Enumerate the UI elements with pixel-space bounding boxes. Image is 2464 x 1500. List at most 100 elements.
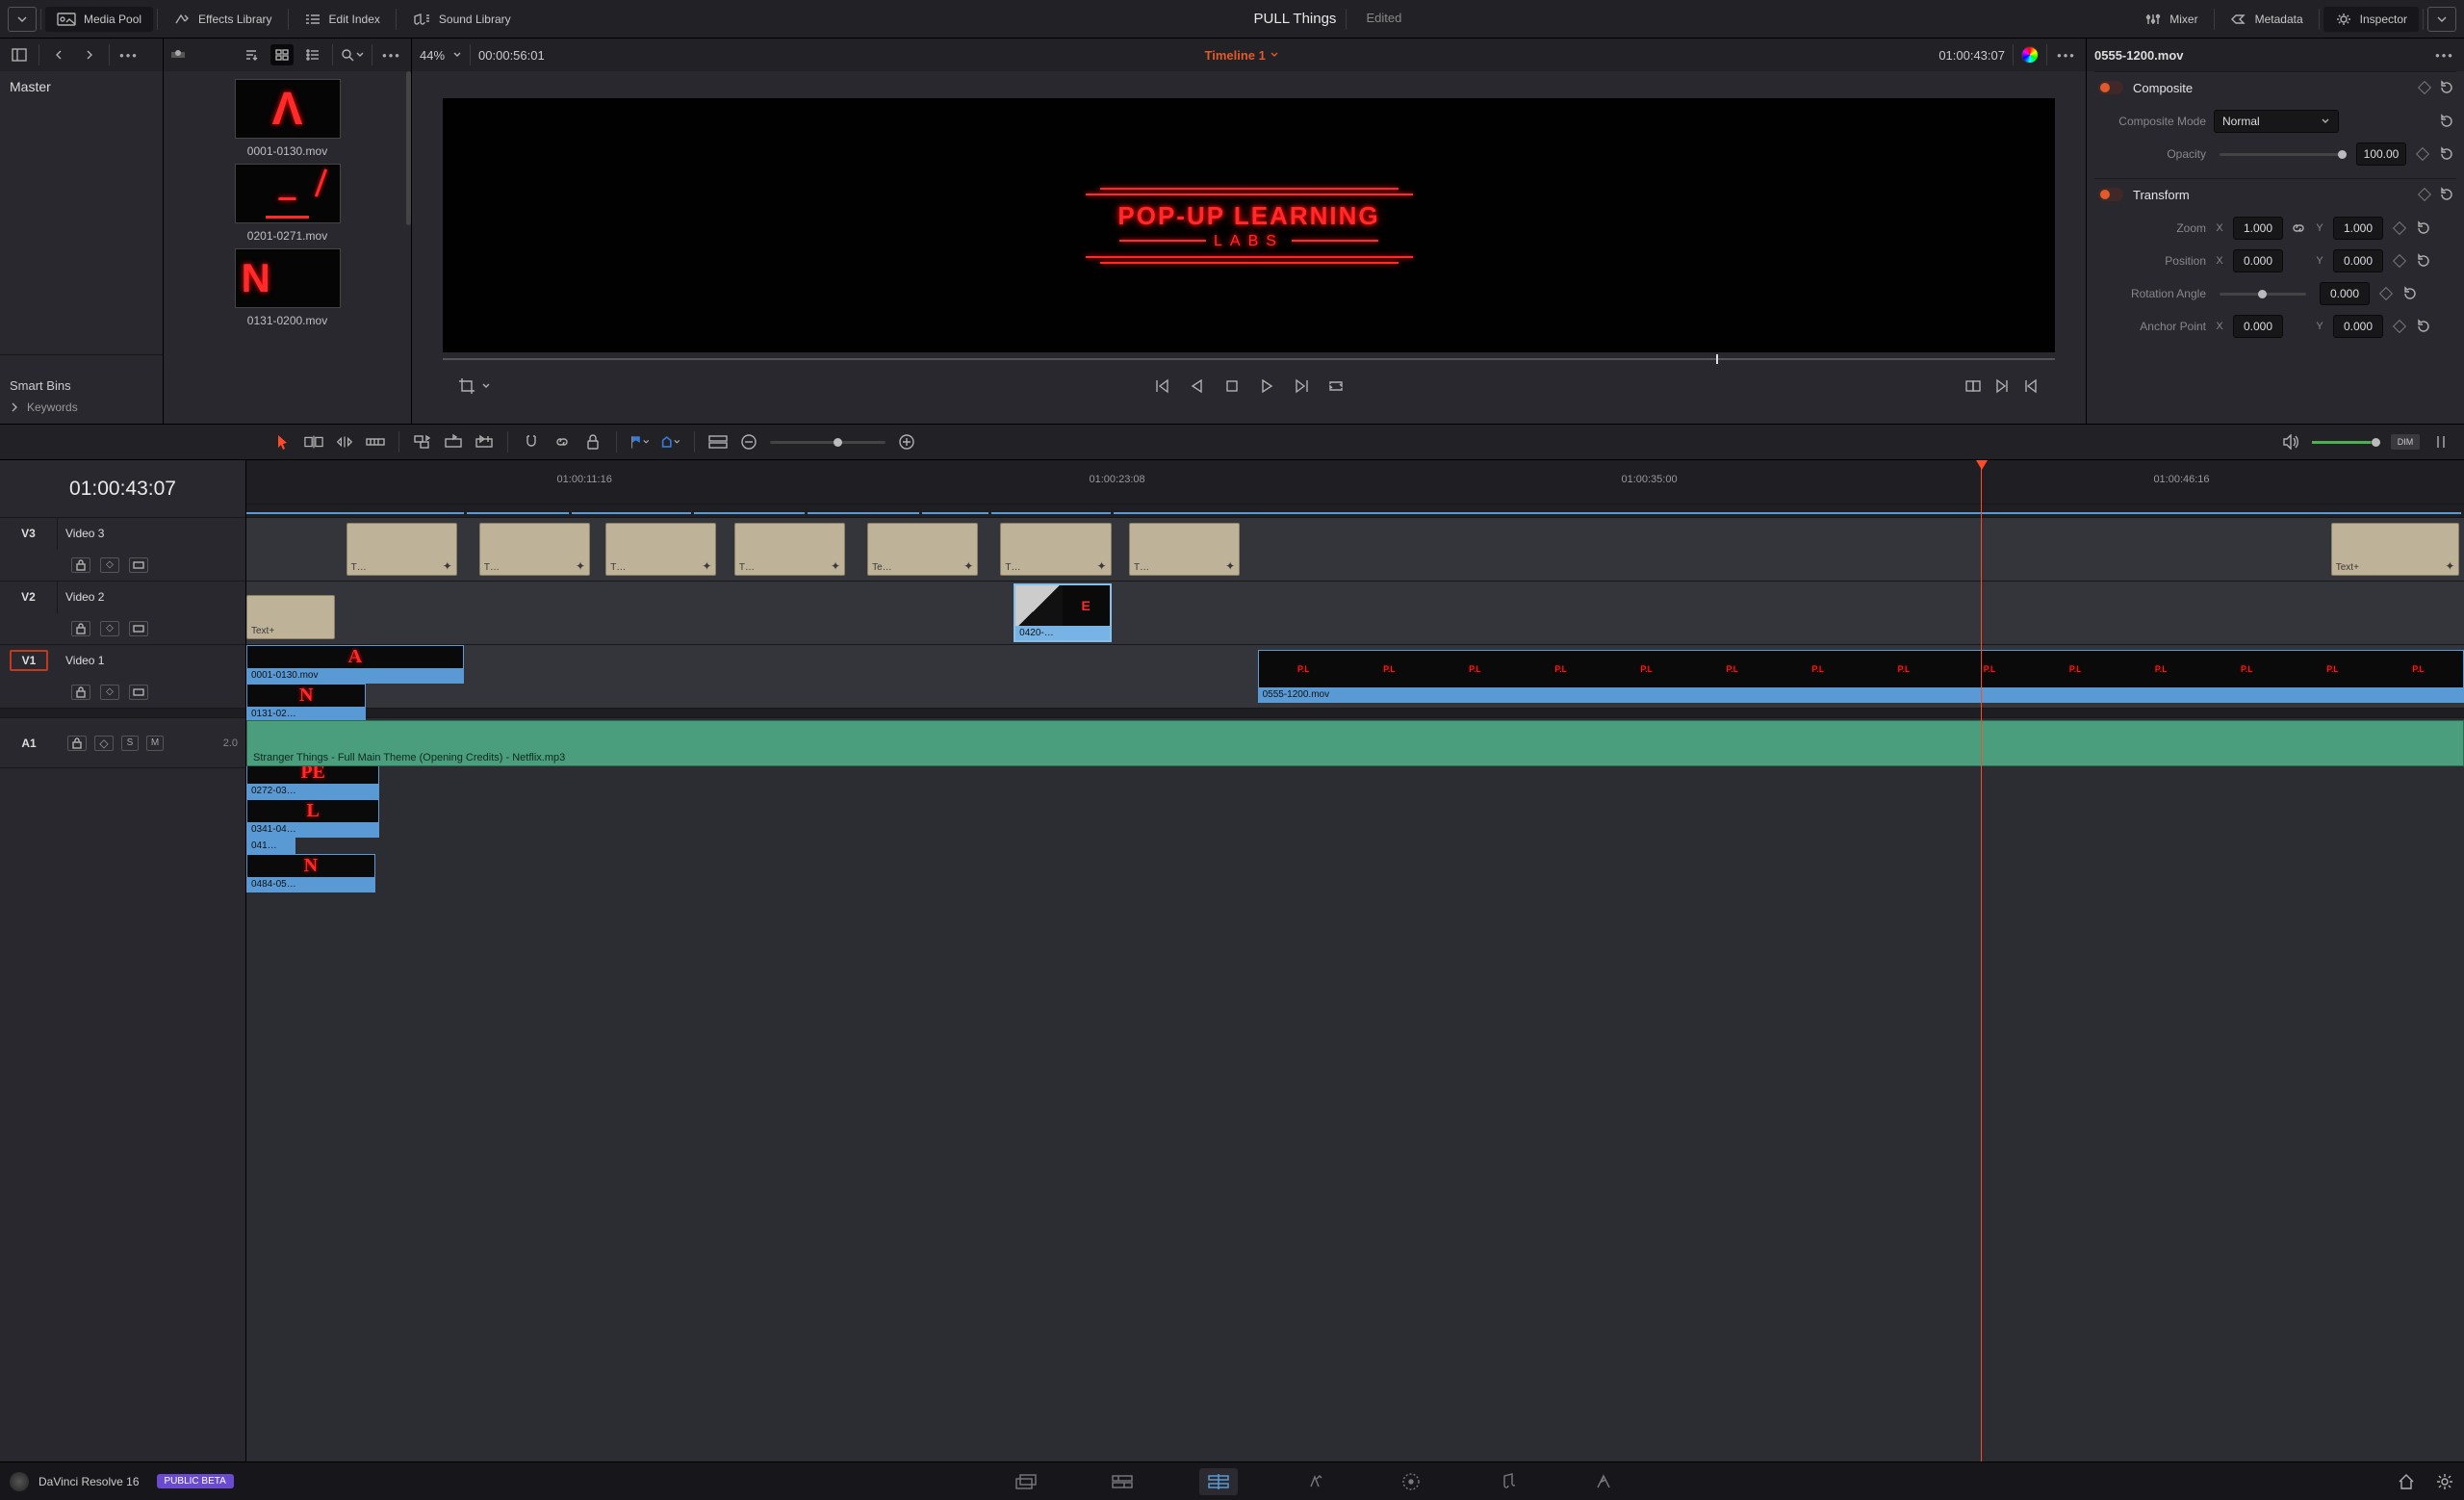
nav-back[interactable] [47, 44, 70, 65]
cut-page-icon[interactable] [1103, 1468, 1142, 1495]
title-clip[interactable]: T…✦ [734, 523, 845, 576]
zoom-out-icon[interactable] [739, 433, 758, 451]
timeline-zoom-slider[interactable] [770, 441, 886, 444]
keywords-bin[interactable]: Keywords [10, 401, 153, 414]
title-clip[interactable]: T…✦ [1129, 523, 1240, 576]
clip-thumb[interactable]: Λ 0001-0130.mov [164, 79, 411, 158]
title-clip[interactable]: T…✦ [1000, 523, 1111, 576]
auto-select-icon[interactable]: ◇ [100, 685, 119, 700]
full-screen-toggle[interactable] [2427, 7, 2456, 32]
title-clip[interactable]: T…✦ [479, 523, 590, 576]
reset-icon[interactable] [2416, 253, 2431, 269]
auto-select-icon[interactable]: ◇ [94, 736, 114, 751]
keyframe-icon[interactable] [2379, 287, 2393, 300]
edit-index-tab[interactable]: Edit Index [293, 7, 392, 32]
viewer-options[interactable]: ••• [2055, 44, 2078, 65]
anchor-y[interactable]: 0.000 [2333, 315, 2383, 338]
crop-mode[interactable] [458, 377, 491, 395]
compound-clip[interactable]: E 0420-… [1014, 583, 1111, 642]
reset-icon[interactable] [2416, 220, 2431, 236]
lock-icon[interactable] [583, 433, 603, 451]
fusion-page-icon[interactable] [1296, 1468, 1334, 1495]
scrollbar[interactable] [406, 71, 411, 225]
timeline-tracks[interactable]: 01:00:11:16 01:00:23:08 01:00:35:00 01:0… [246, 460, 2464, 1461]
lock-icon[interactable] [71, 685, 90, 700]
color-viewer-icon[interactable] [2021, 46, 2039, 64]
lock-icon[interactable] [71, 621, 90, 636]
first-frame-icon[interactable] [1154, 377, 1171, 395]
composite-mode-select[interactable]: Normal [2214, 110, 2339, 133]
keyframe-icon[interactable] [2418, 188, 2431, 201]
audio-clip[interactable]: Stranger Things - Full Main Theme (Openi… [246, 720, 2464, 766]
clip-thumb[interactable]: N 0131-0200.mov [164, 248, 411, 327]
track-disable-icon[interactable] [129, 621, 148, 636]
rotation-value[interactable]: 0.000 [2320, 282, 2370, 305]
auto-select-icon[interactable]: ◇ [100, 621, 119, 636]
keyframe-icon[interactable] [2393, 320, 2406, 333]
track-disable-icon[interactable] [129, 685, 148, 700]
pool-options[interactable]: ••• [380, 44, 403, 65]
opacity-value[interactable]: 100.00 [2356, 142, 2406, 166]
anchor-x[interactable]: 0.000 [2233, 315, 2283, 338]
grid-view-icon[interactable] [270, 44, 294, 65]
speaker-icon[interactable] [2281, 433, 2300, 451]
transform-toggle[interactable] [2098, 188, 2123, 201]
play-icon[interactable] [1258, 377, 1275, 395]
inspector-tab[interactable]: Inspector [2323, 7, 2419, 32]
video-clip[interactable]: L0341-04… [246, 799, 379, 838]
meters-icon[interactable] [2431, 433, 2451, 451]
volume-slider[interactable] [2312, 441, 2379, 444]
sidebar-toggle-icon[interactable] [8, 44, 31, 65]
link-icon[interactable] [2291, 220, 2306, 236]
video-clip[interactable]: N0484-05… [246, 854, 375, 892]
loop-icon[interactable] [1327, 377, 1345, 395]
pos-y[interactable]: 0.000 [2333, 249, 2383, 272]
home-icon[interactable] [2397, 1473, 2416, 1490]
track-head-v1[interactable]: V1Video 1 ◇ [0, 645, 245, 709]
sort-icon[interactable] [240, 44, 263, 65]
next-marker-icon[interactable] [1993, 377, 2011, 395]
track-layout-icon[interactable] [708, 433, 728, 451]
track-disable-icon[interactable] [129, 557, 148, 573]
edit-page-icon[interactable] [1199, 1468, 1238, 1495]
overwrite-clip-icon[interactable] [444, 433, 463, 451]
media-page-icon[interactable] [1007, 1468, 1045, 1495]
video-clip[interactable]: 041… [246, 838, 295, 854]
composite-toggle[interactable] [2098, 81, 2123, 94]
zoom-x[interactable]: 1.000 [2233, 217, 2283, 240]
playhead[interactable] [1981, 460, 1982, 1461]
title-clip[interactable]: Text+✦ [2331, 523, 2460, 576]
sound-library-tab[interactable]: Sound Library [400, 7, 523, 32]
zoom-y[interactable]: 1.000 [2333, 217, 2383, 240]
track-head-a1[interactable]: A1 ◇ S M 2.0 [0, 718, 245, 768]
reset-icon[interactable] [2439, 146, 2454, 162]
viewer-scrubber[interactable] [443, 350, 2055, 368]
master-bin[interactable]: Master [10, 79, 153, 94]
track-head-v3[interactable]: V3Video 3 ◇ [0, 518, 245, 582]
gear-icon[interactable] [2435, 1473, 2454, 1490]
snap-icon[interactable] [522, 433, 541, 451]
inspector-options[interactable]: ••• [2433, 44, 2456, 65]
workspace-dropdown[interactable] [8, 7, 37, 32]
list-view-icon[interactable] [301, 44, 324, 65]
auto-select-icon[interactable]: ◇ [100, 557, 119, 573]
link-icon[interactable] [552, 433, 572, 451]
keyframe-icon[interactable] [2418, 81, 2431, 94]
marker-icon[interactable] [661, 433, 680, 451]
metadata-tab[interactable]: Metadata [2219, 7, 2315, 32]
lock-icon[interactable] [67, 736, 87, 751]
effects-library-tab[interactable]: Effects Library [162, 7, 283, 32]
search-icon[interactable] [341, 44, 364, 65]
media-pool-tab[interactable]: Media Pool [45, 7, 153, 32]
dynamic-trim-tool[interactable] [335, 433, 354, 451]
reset-icon[interactable] [2439, 80, 2454, 95]
reset-icon[interactable] [2402, 286, 2418, 301]
reset-icon[interactable] [2439, 187, 2454, 202]
track-head-v2[interactable]: V2Video 2 ◇ [0, 582, 245, 645]
deliver-page-icon[interactable] [1584, 1468, 1623, 1495]
trim-tool[interactable] [304, 433, 323, 451]
fairlight-page-icon[interactable] [1488, 1468, 1527, 1495]
pos-x[interactable]: 0.000 [2233, 249, 2283, 272]
title-clip[interactable]: T…✦ [605, 523, 716, 576]
color-page-icon[interactable] [1392, 1468, 1430, 1495]
